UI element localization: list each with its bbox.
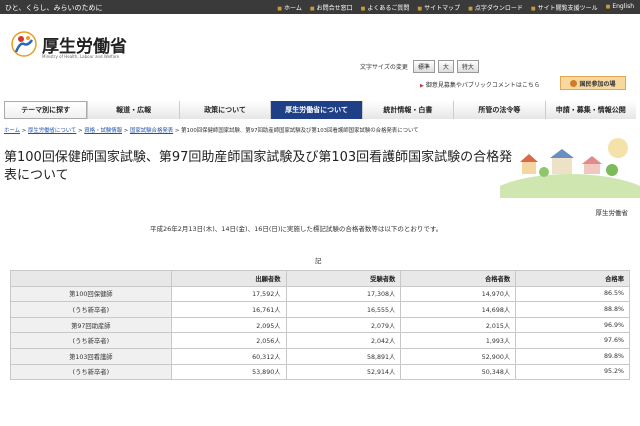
table-cell: 1,993人 [400,332,517,349]
breadcrumb-current: 第100回保健師国家試験、第97回助産師国家試験及び第103回看護師国家試験の合… [181,128,419,134]
table-cell: 58,891人 [285,347,402,365]
font-size-label: 文字サイズの変更 [360,64,408,71]
table-cell: 17,592人 [170,285,287,303]
issuer-label: 厚生労働省 [595,209,629,217]
table-cell: 96.9% [515,316,630,334]
nav-statistics[interactable]: 統計情報・白書 [361,101,454,119]
table-cell: 16,555人 [285,301,402,318]
table-header-category [10,270,172,287]
link-faq[interactable]: よくあるご質問 [361,3,409,12]
font-size-control: 文字サイズの変更 標準 大 特大 [360,60,479,73]
font-xlarge-button[interactable]: 特大 [456,60,479,73]
table-cell: 53,890人 [170,363,287,381]
table-cell: 第103回看護師 [10,347,172,365]
table-header-examinees: 受験者数 [285,270,402,287]
nav-press[interactable]: 報道・広報 [87,101,179,119]
table-cell: 97.6% [515,332,630,349]
table-header-applicants: 出願者数 [170,270,287,287]
nav-theme[interactable]: テーマ別に探す [4,101,88,119]
nav-laws[interactable]: 所管の法令等 [453,101,545,119]
table-cell: 88.8% [515,301,630,318]
table-cell: 14,970人 [400,285,517,303]
utility-links: ホーム お問合せ窓口 よくあるご質問 サイトマップ 点字ダウンロード サイト閲覧… [277,3,634,12]
table-cell: 第97回助産師 [10,316,172,334]
breadcrumb-exam-results[interactable]: 国家試験合格発表 [130,128,173,134]
public-participation-button[interactable]: 国民参加の場 [560,76,626,90]
table-cell: 2,015人 [400,316,517,334]
tagline: ひと、くらし、みらいのために [5,4,103,12]
table-row: 第103回看護師 60,312人 58,891人 52,900人 89.8% [10,347,630,365]
table-cell: (うち新卒者) [10,332,172,349]
table-cell: 95.2% [515,363,630,381]
table-cell: 60,312人 [170,347,287,365]
breadcrumb-about[interactable]: 厚生労働省について [28,128,76,134]
link-home[interactable]: ホーム [277,3,302,12]
ki-label: 記 [315,257,322,265]
nav-about-ministry[interactable]: 厚生労働省について [270,101,362,119]
table-cell: 2,079人 [285,316,402,334]
table-cell: 89.8% [515,347,630,365]
link-accessibility-tool[interactable]: サイト閲覧支援ツール [531,3,598,12]
link-braille[interactable]: 点字ダウンロード [468,3,523,12]
table-cell: 52,900人 [400,347,517,365]
results-table: 出願者数 受験者数 合格者数 合格率 第100回保健師 17,592人 17,3… [10,270,630,381]
table-row: (うち新卒者) 16,761人 16,555人 14,698人 88.8% [10,301,630,318]
table-cell: 14,698人 [400,301,517,318]
table-cell: (うち新卒者) [10,301,172,318]
link-contact[interactable]: お問合せ窓口 [310,3,353,12]
table-cell: 52,914人 [285,363,402,381]
table-header-pass-rate: 合格率 [515,270,630,287]
nav-application[interactable]: 申請・募集・情報公開 [544,101,637,119]
table-header-row: 出願者数 受験者数 合格者数 合格率 [10,270,630,287]
top-bar: ひと、くらし、みらいのために ホーム お問合せ窓口 よくあるご質問 サイトマップ… [0,0,640,14]
link-english[interactable]: English [606,3,634,12]
main-nav: テーマ別に探す 報道・広報 政策について 厚生労働省について 統計情報・白書 所… [4,101,637,119]
page-title: 第100回保健師国家試験、第97回助産師国家試験及び第103回看護師国家試験の合… [4,150,513,183]
link-sitemap[interactable]: サイトマップ [417,3,460,12]
site-header: 厚生労働省 Ministry of Health, Labour and Wel… [0,14,640,100]
table-cell: 17,308人 [285,285,402,303]
breadcrumb-qualifications[interactable]: 資格・試験情報 [84,128,122,134]
ministry-logo-icon[interactable] [10,30,38,58]
table-cell: 86.5% [515,285,630,303]
font-standard-button[interactable]: 標準 [412,60,435,73]
breadcrumb-home[interactable]: ホーム [4,128,20,134]
table-row: (うち新卒者) 53,890人 52,914人 50,348人 95.2% [10,363,630,381]
table-row: 第100回保健師 17,592人 17,308人 14,970人 86.5% [10,285,630,303]
participation-icon [570,79,578,87]
table-cell: (うち新卒者) [10,363,172,381]
logo-subtitle: Ministry of Health, Labour and Welfare [42,54,120,59]
table-cell: 16,761人 [170,301,287,318]
table-row: (うち新卒者) 2,056人 2,042人 1,993人 97.6% [10,332,630,349]
intro-text: 平成26年2月13日(木)、14日(金)、16日(日)に実施した標記試験の合格者… [150,225,443,233]
public-comment-link[interactable]: 御意見募集やパブリックコメントはこちら [420,80,540,89]
font-large-button[interactable]: 大 [437,60,454,73]
nav-policy[interactable]: 政策について [178,101,271,119]
table-cell: 2,042人 [285,332,402,349]
public-participation-label: 国民参加の場 [579,80,616,88]
table-cell: 2,095人 [170,316,287,334]
table-row: 第97回助産師 2,095人 2,079人 2,015人 96.9% [10,316,630,334]
table-cell: 第100回保健師 [10,285,172,303]
table-cell: 50,348人 [400,363,517,381]
table-cell: 2,056人 [170,332,287,349]
breadcrumb: ホーム > 厚生労働省について > 資格・試験情報 > 国家試験合格発表 > 第… [4,128,419,134]
table-header-passed: 合格者数 [400,270,517,287]
